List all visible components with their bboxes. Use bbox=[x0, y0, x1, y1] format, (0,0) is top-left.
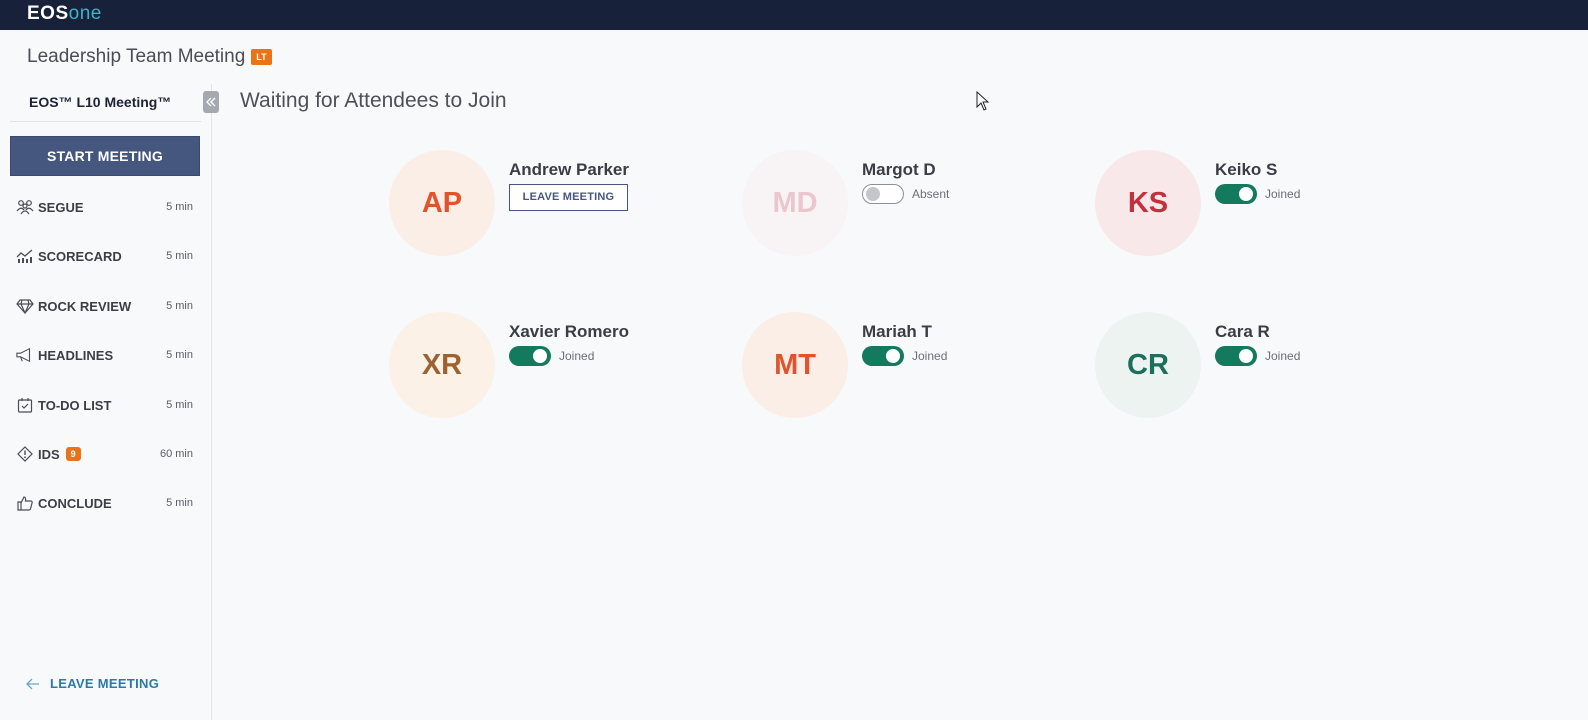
attendance-status: Joined bbox=[1215, 184, 1300, 204]
collapse-sidebar-button[interactable] bbox=[203, 91, 219, 113]
double-chevron-left-icon bbox=[206, 97, 216, 107]
attendee-name: Cara R bbox=[1215, 322, 1270, 341]
status-text: Absent bbox=[912, 187, 950, 201]
attendance-toggle[interactable] bbox=[862, 184, 904, 204]
attendee-name: Keiko S bbox=[1215, 160, 1278, 179]
agenda-item-headlines[interactable]: HEADLINES 5 min bbox=[16, 343, 196, 367]
top-nav-bar: EOSone bbox=[0, 0, 1588, 30]
agenda-label: SCORECARD bbox=[38, 248, 122, 264]
attendee-card: XR Xavier Romero Joined bbox=[389, 312, 709, 422]
logo-main: EOS bbox=[27, 3, 69, 24]
agenda-time: 5 min bbox=[166, 349, 193, 361]
avatar: MT bbox=[742, 312, 848, 418]
agenda-label: ROCK REVIEW bbox=[38, 298, 132, 314]
avatar: KS bbox=[1095, 150, 1201, 256]
attendance-status: Joined bbox=[1215, 346, 1300, 366]
mouse-cursor-icon bbox=[976, 91, 990, 111]
start-meeting-button[interactable]: START MEETING bbox=[10, 136, 200, 176]
avatar: CR bbox=[1095, 312, 1201, 418]
attendance-status: Joined bbox=[862, 346, 947, 366]
agenda-label: HEADLINES bbox=[38, 347, 114, 363]
megaphone-icon bbox=[16, 346, 34, 364]
agenda-time: 5 min bbox=[166, 201, 193, 213]
attendee-name: Mariah T bbox=[862, 322, 932, 341]
agenda-item-segue[interactable]: SEGUE 5 min bbox=[16, 195, 196, 219]
issue-icon bbox=[16, 445, 34, 463]
agenda-time: 5 min bbox=[166, 399, 193, 411]
agenda-item-to-do-list[interactable]: TO-DO LIST 5 min bbox=[16, 393, 196, 417]
sidebar-title: EOS™ L10 Meeting™ bbox=[29, 94, 172, 110]
toggle-knob bbox=[1239, 187, 1253, 201]
attendee-name: Xavier Romero bbox=[509, 322, 629, 341]
chart-icon bbox=[16, 247, 34, 265]
attendee-card: MD Margot D Absent bbox=[742, 150, 1062, 260]
agenda-label: SEGUE bbox=[38, 199, 84, 215]
calendar-check-icon bbox=[16, 396, 34, 414]
avatar: MD bbox=[742, 150, 848, 256]
sidebar-header: EOS™ L10 Meeting™ bbox=[10, 84, 201, 122]
team-badge: LT bbox=[251, 49, 272, 65]
attendee-card: KS Keiko S Joined bbox=[1095, 150, 1415, 260]
attendance-toggle[interactable] bbox=[1215, 346, 1257, 366]
agenda-time: 5 min bbox=[166, 300, 193, 312]
attendee-name: Andrew Parker bbox=[509, 160, 629, 179]
status-text: Joined bbox=[1265, 187, 1301, 201]
agenda-label: IDS bbox=[38, 446, 60, 462]
meeting-title-text: Leadership Team Meeting bbox=[27, 46, 246, 67]
attendance-toggle[interactable] bbox=[509, 346, 551, 366]
agenda-time: 5 min bbox=[166, 250, 193, 262]
diamond-icon bbox=[16, 297, 34, 315]
attendance-status: Absent bbox=[862, 184, 949, 204]
avatar: AP bbox=[389, 150, 495, 256]
agenda-label: TO-DO LIST bbox=[38, 397, 112, 413]
agenda-item-conclude[interactable]: CONCLUDE 5 min bbox=[16, 491, 196, 515]
agenda-item-scorecard[interactable]: SCORECARD 5 min bbox=[16, 244, 196, 268]
app-logo[interactable]: EOSone bbox=[27, 4, 102, 24]
leave-meeting-link[interactable]: LEAVE MEETING bbox=[26, 676, 159, 691]
agenda-item-ids[interactable]: IDS 9 60 min bbox=[16, 442, 196, 466]
agenda-time: 5 min bbox=[166, 497, 193, 509]
attendance-toggle[interactable] bbox=[1215, 184, 1257, 204]
agenda-item-rock-review[interactable]: ROCK REVIEW 5 min bbox=[16, 294, 196, 318]
status-text: Joined bbox=[1265, 349, 1301, 363]
thumbs-up-icon bbox=[16, 494, 34, 512]
status-text: Joined bbox=[559, 349, 595, 363]
toggle-knob bbox=[533, 349, 547, 363]
avatar: XR bbox=[389, 312, 495, 418]
logo-suffix: one bbox=[68, 3, 102, 24]
people-icon bbox=[16, 198, 34, 216]
attendee-card: AP Andrew Parker LEAVE MEETING bbox=[389, 150, 709, 260]
toggle-knob bbox=[1239, 349, 1253, 363]
toggle-knob bbox=[886, 349, 900, 363]
meeting-title: Leadership Team Meeting LT bbox=[27, 46, 272, 68]
attendance-status: Joined bbox=[509, 346, 594, 366]
attendee-card: CR Cara R Joined bbox=[1095, 312, 1415, 422]
leave-meeting-button[interactable]: LEAVE MEETING bbox=[509, 184, 628, 211]
page-title: Waiting for Attendees to Join bbox=[240, 89, 507, 112]
ids-count-badge: 9 bbox=[65, 447, 81, 461]
status-text: Joined bbox=[912, 349, 948, 363]
agenda-label: CONCLUDE bbox=[38, 495, 112, 511]
attendance-toggle[interactable] bbox=[862, 346, 904, 366]
leave-meeting-label: LEAVE MEETING bbox=[50, 676, 160, 691]
attendee-card: MT Mariah T Joined bbox=[742, 312, 1062, 422]
agenda-time: 60 min bbox=[159, 448, 193, 460]
arrow-left-icon bbox=[26, 678, 39, 689]
attendee-name: Margot D bbox=[862, 160, 936, 179]
toggle-knob bbox=[866, 187, 880, 201]
